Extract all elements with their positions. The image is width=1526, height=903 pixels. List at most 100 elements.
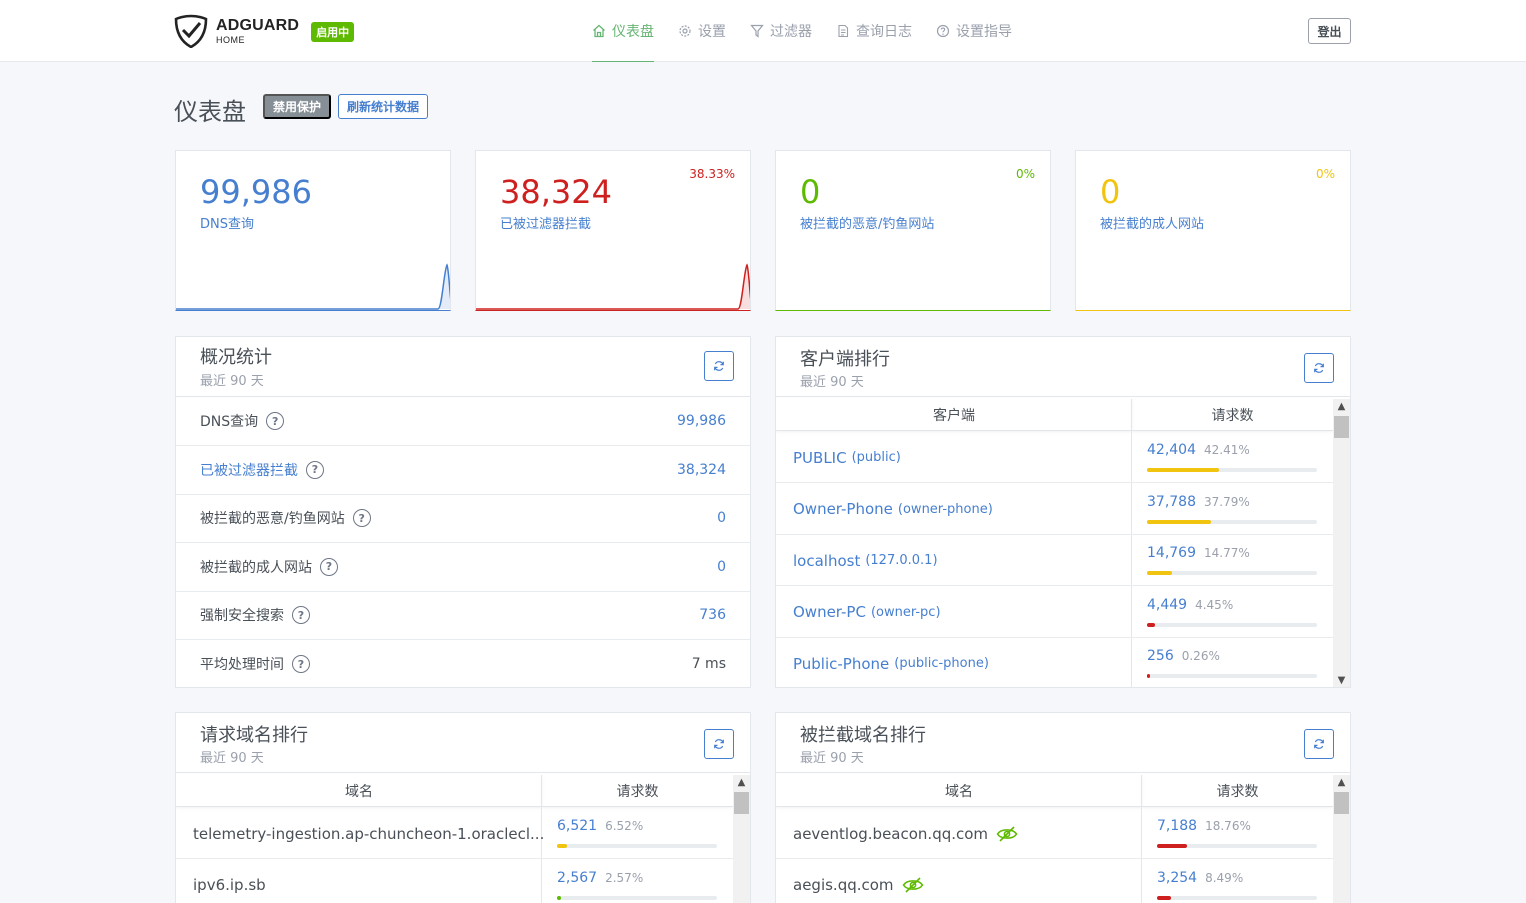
- scrollbar[interactable]: ▲ ▼: [1333, 399, 1350, 687]
- stat-card-adult-sites: 0 被拦截的成人网站 0%: [1075, 150, 1351, 311]
- table-row: ipv6.ip.sb 2,567 2.57%: [176, 860, 733, 903]
- overview-row-malware: 被拦截的恶意/钓鱼网站? 0: [176, 494, 750, 543]
- log-icon: [838, 24, 849, 37]
- row-label[interactable]: 已被过滤器拦截: [200, 460, 298, 480]
- help-icon[interactable]: ?: [292, 606, 310, 624]
- column-header[interactable]: 域名: [176, 775, 542, 807]
- gear-icon: [679, 24, 691, 37]
- row-label: 平均处理时间: [200, 657, 284, 673]
- help-icon: [936, 24, 950, 37]
- refresh-button[interactable]: [704, 729, 734, 759]
- scrollbar[interactable]: ▲: [1333, 775, 1350, 903]
- refresh-icon: [714, 739, 724, 749]
- overview-row-safesearch: 强制安全搜索? 736: [176, 591, 750, 640]
- nav-filters[interactable]: 过滤器: [750, 0, 812, 62]
- eye-off-icon[interactable]: [996, 825, 1018, 842]
- domain-name[interactable]: ipv6.ip.sb: [193, 860, 266, 903]
- client-name[interactable]: Owner-PC (owner-pc): [793, 587, 941, 638]
- card-subtitle: 最近 90 天: [200, 374, 264, 389]
- refresh-icon: [1314, 363, 1324, 373]
- stat-label: 被拦截的恶意/钓鱼网站: [800, 217, 935, 232]
- scroll-down-icon[interactable]: ▼: [1333, 673, 1350, 687]
- scroll-thumb[interactable]: [734, 792, 749, 814]
- eye-off-icon[interactable]: [902, 877, 924, 893]
- domain-name[interactable]: aeventlog.beacon.qq.com: [793, 808, 1018, 859]
- refresh-stats-button[interactable]: 刷新统计数据: [338, 94, 429, 119]
- refresh-icon: [714, 361, 724, 371]
- domain-bar-fill: [1157, 895, 1171, 900]
- client-count: 14,769 14.77%: [1147, 545, 1250, 561]
- domain-count: 2,567 2.57%: [557, 869, 644, 886]
- overview-stats-card: 概况统计 最近 90 天 DNS查询? 99,986 已被过滤器拦截? 38,3…: [175, 336, 751, 688]
- scrollbar[interactable]: ▲: [733, 775, 750, 903]
- table-row: Owner-Phone (owner-phone) 37,788 37.79%: [776, 484, 1333, 535]
- scroll-thumb[interactable]: [1334, 792, 1349, 814]
- column-header[interactable]: 域名: [776, 775, 1142, 807]
- table-row: PUBLIC (public) 42,404 42.41%: [776, 432, 1333, 483]
- refresh-icon: [1314, 739, 1324, 749]
- nav-dashboard[interactable]: 仪表盘: [592, 0, 654, 62]
- blocked-domains-table: 域名 请求数 aeventlog.beacon.qq.com 7,188 18.7…: [776, 775, 1350, 903]
- client-name[interactable]: localhost (127.0.0.1): [793, 535, 938, 586]
- scroll-thumb[interactable]: [1334, 416, 1349, 438]
- refresh-button[interactable]: [1304, 729, 1334, 759]
- nav-label: 设置指导: [956, 23, 1012, 40]
- table-row: localhost (127.0.0.1) 14,769 14.77%: [776, 535, 1333, 586]
- scroll-up-icon[interactable]: ▲: [1333, 775, 1350, 789]
- row-label: DNS查询: [200, 414, 259, 430]
- scroll-up-icon[interactable]: ▲: [1333, 399, 1350, 413]
- column-header[interactable]: 请求数: [542, 775, 733, 807]
- help-icon[interactable]: ?: [320, 557, 338, 576]
- help-icon[interactable]: ?: [352, 509, 371, 527]
- stat-percent: 0%: [1315, 167, 1335, 181]
- row-value: 99,986: [677, 413, 726, 429]
- column-header[interactable]: 请求数: [1132, 399, 1333, 431]
- domain-bar: [557, 844, 717, 848]
- help-icon[interactable]: ?: [266, 412, 285, 430]
- filter-icon: [750, 24, 764, 38]
- stat-card-blocked-filters: 38,324 已被过滤器拦截 38.33%: [475, 150, 751, 311]
- stat-value: 99,986: [200, 173, 312, 211]
- nav-label: 过滤器: [770, 23, 812, 40]
- client-name[interactable]: Owner-Phone (owner-phone): [793, 484, 993, 535]
- row-label: 强制安全搜索: [200, 608, 284, 624]
- domain-count: 7,188 18.76%: [1157, 818, 1251, 834]
- domain-name[interactable]: telemetry-ingestion.ap-chuncheon-1.oracl…: [193, 808, 544, 859]
- scroll-up-icon[interactable]: ▲: [733, 775, 750, 789]
- domain-name[interactable]: aegis.qq.com: [793, 860, 924, 903]
- logout-button[interactable]: 登出: [1308, 18, 1351, 44]
- overview-row-dns-queries: DNS查询? 99,986: [176, 397, 750, 446]
- row-value: 0: [717, 558, 726, 575]
- table-row: Public-Phone (public-phone) 256 0.26%: [776, 638, 1333, 687]
- nav-setup-guide[interactable]: 设置指导: [936, 0, 1012, 62]
- refresh-button[interactable]: [704, 351, 734, 381]
- row-value: 736: [699, 607, 726, 623]
- column-header[interactable]: 请求数: [1142, 775, 1333, 807]
- brand[interactable]: ADGUARD HOME 启用中: [174, 14, 355, 48]
- stat-value: 0: [800, 173, 821, 211]
- client-count: 42,404 42.41%: [1147, 442, 1250, 458]
- client-name[interactable]: Public-Phone (public-phone): [793, 638, 989, 687]
- refresh-button[interactable]: [1304, 353, 1334, 383]
- card-title: 概况统计: [200, 347, 272, 368]
- help-icon[interactable]: ?: [292, 655, 310, 673]
- client-bar: [1147, 468, 1317, 472]
- client-name[interactable]: PUBLIC (public): [793, 432, 901, 483]
- domain-bar: [1157, 895, 1317, 900]
- table-row: aeventlog.beacon.qq.com 7,188 18.76%: [776, 808, 1333, 859]
- client-bar: [1147, 622, 1317, 627]
- queried-domains-table: 域名 请求数 telemetry-ingestion.ap-chuncheon-…: [176, 775, 750, 903]
- home-icon: [593, 24, 605, 37]
- dns-queries-sparkline: [176, 263, 450, 310]
- client-bar-fill: [1147, 622, 1155, 627]
- stat-card-malware-phishing: 0 被拦截的恶意/钓鱼网站 0%: [775, 150, 1051, 311]
- row-label: 被拦截的恶意/钓鱼网站: [200, 511, 345, 527]
- nav-settings[interactable]: 设置: [678, 0, 726, 62]
- disable-protection-button[interactable]: 禁用保护: [263, 94, 332, 119]
- help-icon[interactable]: ?: [306, 460, 324, 479]
- domain-bar-fill: [557, 895, 562, 900]
- column-header[interactable]: 客户端: [776, 399, 1132, 431]
- client-count: 4,449 4.45%: [1147, 596, 1234, 613]
- nav-query-log[interactable]: 查询日志: [836, 0, 912, 62]
- client-bar-fill: [1147, 468, 1220, 472]
